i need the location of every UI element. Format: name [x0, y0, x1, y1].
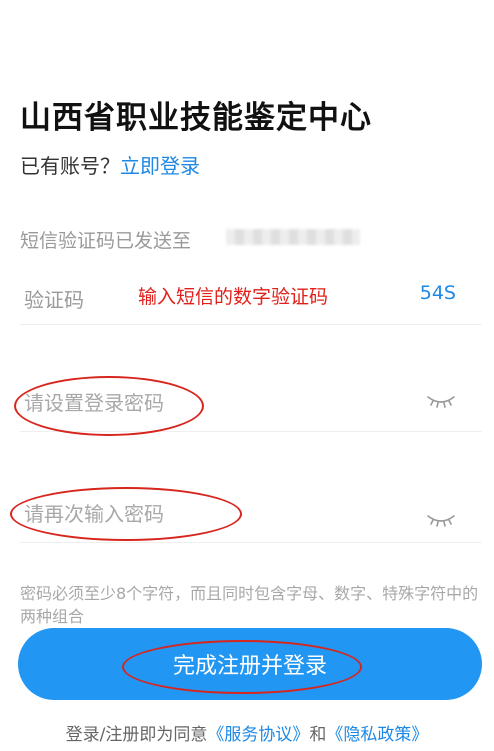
verification-code-label: 验证码: [24, 288, 84, 312]
login-link[interactable]: 立即登录: [120, 154, 200, 178]
privacy-policy-link[interactable]: 《隐私政策》: [326, 725, 428, 745]
masked-phone-number: [226, 229, 360, 245]
service-agreement-link[interactable]: 《服务协议》: [207, 725, 309, 745]
agreement-prefix: 登录/注册即为同意: [65, 725, 208, 745]
resend-countdown[interactable]: 54S: [420, 282, 456, 304]
register-and-login-button[interactable]: 完成注册并登录: [18, 628, 482, 700]
login-prompt: 已有账号？立即登录: [20, 150, 200, 179]
agreement-text: 登录/注册即为同意《服务协议》和《隐私政策》: [0, 720, 494, 745]
has-account-text: 已有账号？: [20, 154, 120, 178]
password-hint: 密码必须至少8个字符，而且同时包含字母、数字、特殊字符中的两种组合: [20, 584, 479, 626]
verification-code-input[interactable]: [110, 282, 400, 310]
password-field: [20, 375, 482, 432]
confirm-password-field: [20, 486, 482, 543]
password-input[interactable]: [24, 387, 404, 419]
agreement-connector: 和: [309, 725, 327, 745]
eye-closed-icon[interactable]: [426, 393, 456, 409]
verification-code-field: 验证码 输入短信的数字验证码 54S: [20, 270, 482, 325]
confirm-password-input[interactable]: [24, 498, 404, 530]
page-title: 山西省职业技能鉴定中心: [20, 100, 372, 136]
sms-sent-text: 短信验证码已发送至: [20, 230, 192, 252]
eye-closed-icon[interactable]: [426, 512, 456, 528]
